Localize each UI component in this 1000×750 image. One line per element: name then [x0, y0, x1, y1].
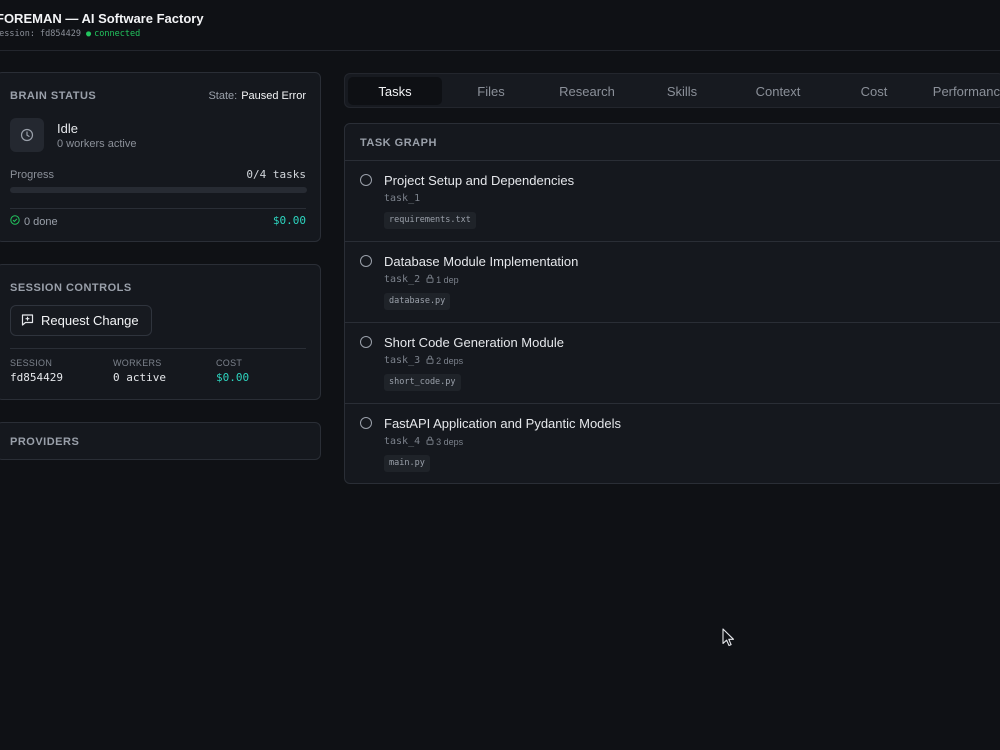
providers-panel[interactable]: PROVIDERS: [0, 422, 321, 460]
state-label: State:: [208, 90, 238, 102]
progress-bar: [10, 187, 307, 193]
session-label: SESSION: [10, 358, 53, 368]
task-meta: task_2 1 dep: [384, 274, 459, 285]
cost-meta: COST $0.00: [216, 358, 249, 384]
task-id: task_2: [384, 274, 421, 285]
clock-icon: [10, 118, 44, 152]
task-title: Project Setup and Dependencies: [384, 173, 575, 188]
workers-value: 0 active: [113, 371, 166, 384]
brain-cost: $0.00: [272, 214, 306, 227]
task-meta: task_4 3 deps: [384, 436, 463, 447]
pending-circle-icon: [360, 417, 372, 429]
session-controls-panel: SESSION CONTROLS Request Change SESSION …: [0, 264, 321, 400]
lock-icon: [426, 274, 434, 285]
progress-count: 0/4 tasks: [246, 168, 306, 181]
divider: [10, 208, 306, 209]
task-title: FastAPI Application and Pydantic Models: [384, 416, 622, 431]
tab-skills[interactable]: Skills: [635, 77, 729, 105]
workers-meta: WORKERS 0 active: [113, 358, 166, 384]
brain-status-panel: BRAIN STATUS State: Paused Error Idle 0 w…: [0, 72, 321, 242]
tab-performance[interactable]: Performance: [923, 77, 1000, 105]
task-title: Database Module Implementation: [384, 254, 579, 269]
connection-dot-icon: ●: [86, 29, 92, 39]
task-deps: 1 dep: [426, 274, 459, 285]
done-count: 0 done: [10, 215, 58, 228]
message-square-icon: [21, 313, 34, 329]
session-line: session: fd854429 ● connected: [0, 29, 140, 39]
task-row[interactable]: Short Code Generation Module task_3 2 de…: [345, 323, 1000, 404]
app-header: FOREMAN — AI Software Factory session: f…: [0, 0, 1000, 51]
task-deps-label: 2 deps: [436, 355, 464, 366]
main-tabs: Tasks Files Research Skills Context Cost…: [344, 73, 1000, 108]
done-label: 0 done: [24, 215, 58, 228]
task-deps: 3 deps: [426, 436, 463, 447]
task-deps: 2 deps: [426, 355, 463, 366]
task-id: task_1: [384, 193, 421, 204]
workers-label: WORKERS: [113, 358, 162, 368]
state-value: Paused Error: [241, 90, 306, 102]
task-graph-panel: TASK GRAPH Project Setup and Dependencie…: [344, 123, 1000, 484]
session-id: session: fd854429: [0, 29, 81, 39]
task-row[interactable]: Project Setup and Dependencies task_1 re…: [345, 161, 1000, 242]
progress-label: Progress: [10, 169, 55, 181]
brain-idle-status: Idle: [57, 121, 78, 136]
task-deps-label: 1 dep: [436, 274, 459, 285]
pending-circle-icon: [360, 336, 372, 348]
pending-circle-icon: [360, 255, 372, 267]
brain-state: State: Paused Error: [208, 90, 306, 102]
task-graph-title: TASK GRAPH: [360, 137, 437, 149]
session-meta: SESSION fd854429: [10, 358, 63, 384]
tab-research[interactable]: Research: [540, 77, 634, 105]
task-file: database.py: [384, 293, 451, 310]
task-row[interactable]: FastAPI Application and Pydantic Models …: [345, 404, 1000, 483]
session-value: fd854429: [10, 371, 63, 384]
task-file: requirements.txt: [384, 212, 476, 229]
connection-status: connected: [94, 29, 141, 39]
cost-label: COST: [216, 358, 243, 368]
lock-icon: [426, 436, 434, 447]
mouse-cursor-icon: [722, 628, 735, 652]
providers-title: PROVIDERS: [10, 436, 80, 448]
task-meta: task_3 2 deps: [384, 355, 463, 366]
task-row[interactable]: Database Module Implementation task_2 1 …: [345, 242, 1000, 323]
task-deps-label: 3 deps: [436, 436, 464, 447]
tab-context[interactable]: Context: [731, 77, 825, 105]
pending-circle-icon: [360, 174, 372, 186]
lock-icon: [426, 355, 434, 366]
tab-tasks[interactable]: Tasks: [348, 77, 442, 105]
workers-active: 0 workers active: [57, 138, 137, 150]
session-controls-title: SESSION CONTROLS: [10, 282, 132, 294]
task-file: short_code.py: [384, 374, 461, 391]
app-title: FOREMAN — AI Software Factory: [0, 11, 204, 26]
tab-files[interactable]: Files: [444, 77, 538, 105]
task-meta: task_1: [384, 193, 420, 204]
check-circle-icon: [10, 215, 20, 228]
task-id: task_3: [384, 355, 421, 366]
task-title: Short Code Generation Module: [384, 335, 564, 350]
task-file: main.py: [384, 455, 430, 472]
divider: [10, 348, 306, 349]
request-change-label: Request Change: [41, 313, 139, 328]
task-id: task_4: [384, 436, 421, 447]
brain-status-title: BRAIN STATUS: [10, 90, 97, 102]
request-change-button[interactable]: Request Change: [10, 305, 152, 336]
cost-value: $0.00: [216, 371, 250, 384]
tab-cost[interactable]: Cost: [827, 77, 921, 105]
